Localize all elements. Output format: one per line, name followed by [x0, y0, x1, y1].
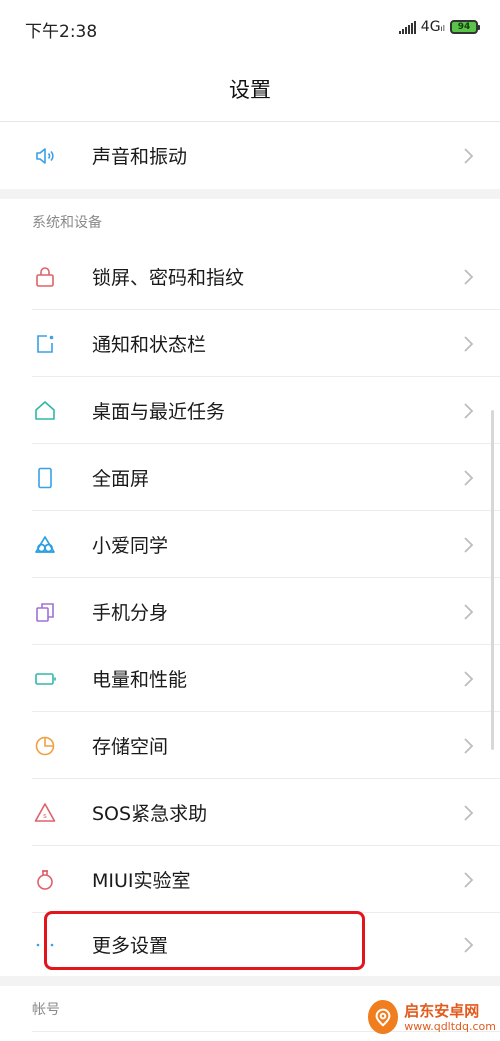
- settings-item-label: 桌面与最近任务: [92, 401, 226, 423]
- settings-item-label: SOS紧急求助: [92, 803, 208, 825]
- chevron-right-icon: [464, 268, 474, 285]
- status-indicators: 4Gıl 94: [398, 18, 480, 36]
- sos-icon: s: [32, 800, 58, 826]
- watermark-url: www.qdltdq.com: [404, 1019, 496, 1033]
- settings-item-label: 存储空间: [92, 736, 169, 758]
- settings-item-label: 全面屏: [92, 468, 150, 490]
- pie-chart-icon: [32, 733, 58, 759]
- section-title: 帐号: [32, 1002, 60, 1018]
- settings-item-dual-apps[interactable]: 手机分身: [0, 578, 500, 645]
- highlight-box: [44, 911, 365, 970]
- settings-item-battery[interactable]: 电量和性能: [0, 645, 500, 712]
- watermark-logo-icon: [368, 1000, 399, 1034]
- lock-icon: [32, 264, 58, 290]
- chevron-right-icon: [464, 871, 474, 888]
- section-gap: [0, 976, 500, 986]
- chevron-right-icon: [464, 670, 474, 687]
- chevron-right-icon: [464, 469, 474, 486]
- home-icon: [32, 398, 58, 424]
- settings-item-lock-screen[interactable]: 锁屏、密码和指纹: [0, 243, 500, 310]
- settings-item-label: 手机分身: [92, 602, 169, 624]
- watermark-name: 启东安卓网: [404, 1001, 480, 1020]
- phone-screen-icon: [32, 465, 58, 491]
- chevron-right-icon: [464, 804, 474, 821]
- chevron-right-icon: [464, 603, 474, 620]
- settings-item-label: 声音和振动: [92, 146, 188, 168]
- settings-item-label: 锁屏、密码和指纹: [92, 267, 245, 289]
- page-title: 设置: [229, 77, 271, 102]
- battery-icon: [32, 666, 58, 692]
- settings-item-miui-lab[interactable]: MIUI实验室: [0, 846, 500, 913]
- xiaoai-icon: [32, 532, 58, 558]
- flask-icon: [32, 867, 58, 893]
- settings-item-home-screen[interactable]: 桌面与最近任务: [0, 377, 500, 444]
- network-type: 4Gıl: [420, 19, 445, 35]
- title-bar: 设置: [0, 56, 500, 122]
- chevron-right-icon: [464, 402, 474, 419]
- chevron-right-icon: [464, 536, 474, 553]
- scrollbar[interactable]: [491, 410, 494, 750]
- status-time: 下午2:38: [25, 22, 98, 42]
- settings-item-notifications[interactable]: 通知和状态栏: [0, 310, 500, 377]
- section-header-system: 系统和设备: [0, 199, 500, 243]
- chevron-right-icon: [464, 147, 474, 164]
- svg-text:s: s: [43, 812, 47, 820]
- settings-item-label: 通知和状态栏: [92, 334, 207, 356]
- settings-item-label: 电量和性能: [92, 669, 188, 691]
- battery-icon: 94: [450, 20, 480, 34]
- chevron-right-icon: [464, 737, 474, 754]
- speaker-icon: [32, 143, 58, 169]
- settings-item-sos[interactable]: s SOS紧急求助: [0, 779, 500, 846]
- section-gap: [0, 189, 500, 199]
- settings-item-full-screen[interactable]: 全面屏: [0, 444, 500, 511]
- settings-item-label: MIUI实验室: [92, 870, 191, 892]
- status-bar: 下午2:38 4Gıl 94: [0, 0, 500, 56]
- settings-item-sound[interactable]: 声音和振动: [0, 122, 500, 189]
- battery-level: 94: [457, 21, 471, 32]
- watermark: 启东安卓网 www.qdltdq.com: [368, 997, 496, 1037]
- chevron-right-icon: [464, 936, 474, 953]
- settings-item-xiaoai[interactable]: 小爱同学: [0, 511, 500, 578]
- dual-phone-icon: [32, 599, 58, 625]
- settings-item-storage[interactable]: 存储空间: [0, 712, 500, 779]
- settings-item-label: 小爱同学: [92, 535, 169, 557]
- chevron-right-icon: [464, 335, 474, 352]
- signal-icon: [398, 20, 416, 34]
- notification-icon: [32, 331, 58, 357]
- section-title: 系统和设备: [32, 215, 102, 231]
